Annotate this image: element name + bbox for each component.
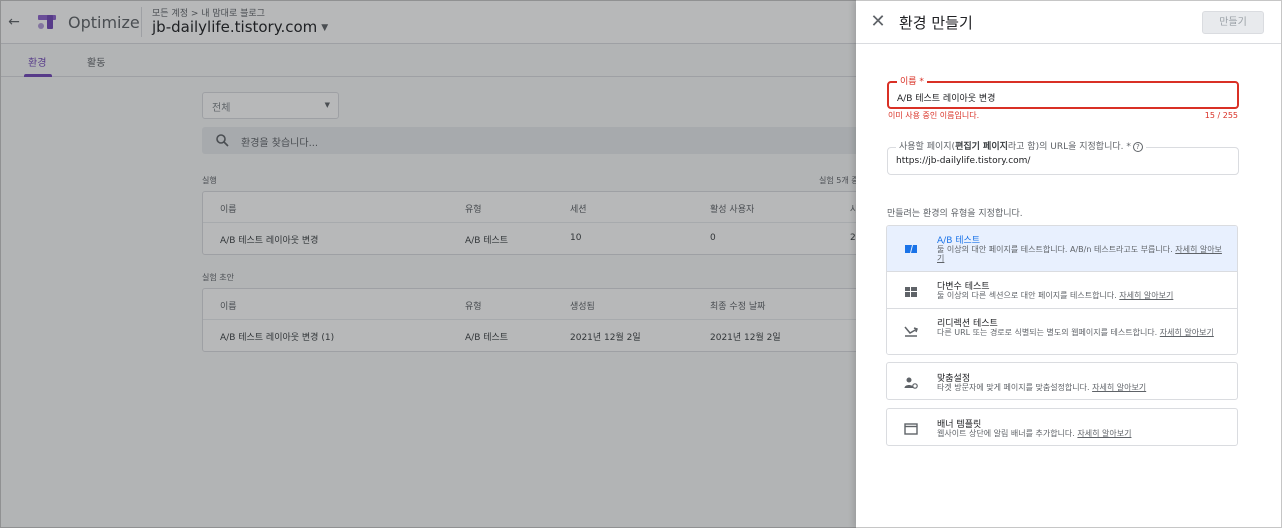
type-prompt: 만들려는 환경의 유형을 지정합니다. [887, 209, 1023, 219]
name-char-counter: 15 / 255 [1204, 111, 1238, 120]
option-desc: 웹사이트 상단에 알림 배너를 추가합니다. 자세히 알아보기 [937, 429, 1229, 438]
type-option-personalization[interactable]: 맞춤설정 타겟 방문자에 맞게 페이지를 맞춤설정합니다. 자세히 알아보기 [886, 362, 1238, 400]
name-field[interactable]: 이름 * A/B 테스트 레이아웃 변경 [887, 74, 1239, 109]
learn-more-link[interactable]: 자세히 알아보기 [1077, 429, 1131, 438]
url-label-suffix: 라고 함)의 URL을 지정합니다. * [1007, 142, 1131, 152]
name-error-message: 이미 사용 중인 이름입니다. [888, 111, 980, 120]
modal-scrim[interactable] [0, 0, 856, 528]
name-field-label: 이름 * [897, 74, 927, 87]
option-desc-text: 둘 이상의 대안 페이지를 테스트합니다. A/B/n 테스트라고도 부릅니다. [937, 245, 1176, 254]
url-label-prefix: 사용할 페이지( [899, 142, 956, 152]
create-button[interactable]: 만들기 [1202, 11, 1264, 34]
type-option-redirect[interactable]: 리디렉션 테스트 다른 URL 또는 경로로 식별되는 별도의 웹페이지를 테스… [887, 309, 1237, 354]
help-icon[interactable]: ? [1132, 141, 1143, 152]
option-desc: 둘 이상의 다른 섹션으로 대안 페이지를 테스트합니다. 자세히 알아보기 [937, 291, 1229, 300]
option-desc: 타겟 방문자에 맞게 페이지를 맞춤설정합니다. 자세히 알아보기 [937, 383, 1229, 392]
editor-page-url-field[interactable]: 사용할 페이지(편집기 페이지라고 함)의 URL을 지정합니다. *? htt… [887, 139, 1239, 175]
url-field-label: 사용할 페이지(편집기 페이지라고 함)의 URL을 지정합니다. *? [896, 139, 1146, 152]
type-option-multivariate[interactable]: 다변수 테스트 둘 이상의 다른 섹션으로 대안 페이지를 테스트합니다. 자세… [887, 272, 1237, 309]
option-desc-text: 둘 이상의 다른 섹션으로 대안 페이지를 테스트합니다. [937, 291, 1120, 300]
close-icon[interactable]: ✕ [869, 13, 887, 31]
personalization-icon [904, 377, 918, 389]
panel-header: ✕ 환경 만들기 만들기 [856, 1, 1281, 44]
type-option-ab-test[interactable]: A/B 테스트 둘 이상의 대안 페이지를 테스트합니다. A/B/n 테스트라… [887, 226, 1237, 272]
url-field-value[interactable]: https://jb-dailylife.tistory.com/ [896, 156, 1030, 166]
learn-more-link[interactable]: 자세히 알아보기 [1119, 291, 1173, 300]
learn-more-link[interactable]: 자세히 알아보기 [1092, 383, 1146, 392]
redirect-icon [904, 326, 918, 337]
banner-icon [904, 423, 918, 435]
option-desc-text: 타겟 방문자에 맞게 페이지를 맞춤설정합니다. [937, 383, 1093, 392]
learn-more-link[interactable]: 자세히 알아보기 [1160, 328, 1214, 337]
multivariate-icon [905, 287, 917, 297]
url-label-bold: 편집기 페이지 [955, 142, 1008, 152]
experience-type-group: A/B 테스트 둘 이상의 대안 페이지를 테스트합니다. A/B/n 테스트라… [886, 225, 1238, 355]
name-field-value[interactable]: A/B 테스트 레이아웃 변경 [897, 91, 995, 104]
panel-title: 환경 만들기 [899, 14, 973, 32]
option-desc-text: 다른 URL 또는 경로로 식별되는 별도의 웹페이지를 테스트합니다. [937, 328, 1160, 337]
option-desc-text: 웹사이트 상단에 알림 배너를 추가합니다. [937, 429, 1078, 438]
ab-test-icon [905, 245, 917, 253]
option-desc: 둘 이상의 대안 페이지를 테스트합니다. A/B/n 테스트라고도 부릅니다.… [937, 245, 1229, 263]
type-option-banner[interactable]: 배너 템플릿 웹사이트 상단에 알림 배너를 추가합니다. 자세히 알아보기 [886, 408, 1238, 446]
create-experience-panel: ✕ 환경 만들기 만들기 이름 * A/B 테스트 레이아웃 변경 이미 사용 … [856, 0, 1282, 528]
option-desc: 다른 URL 또는 경로로 식별되는 별도의 웹페이지를 테스트합니다. 자세히… [937, 328, 1229, 337]
